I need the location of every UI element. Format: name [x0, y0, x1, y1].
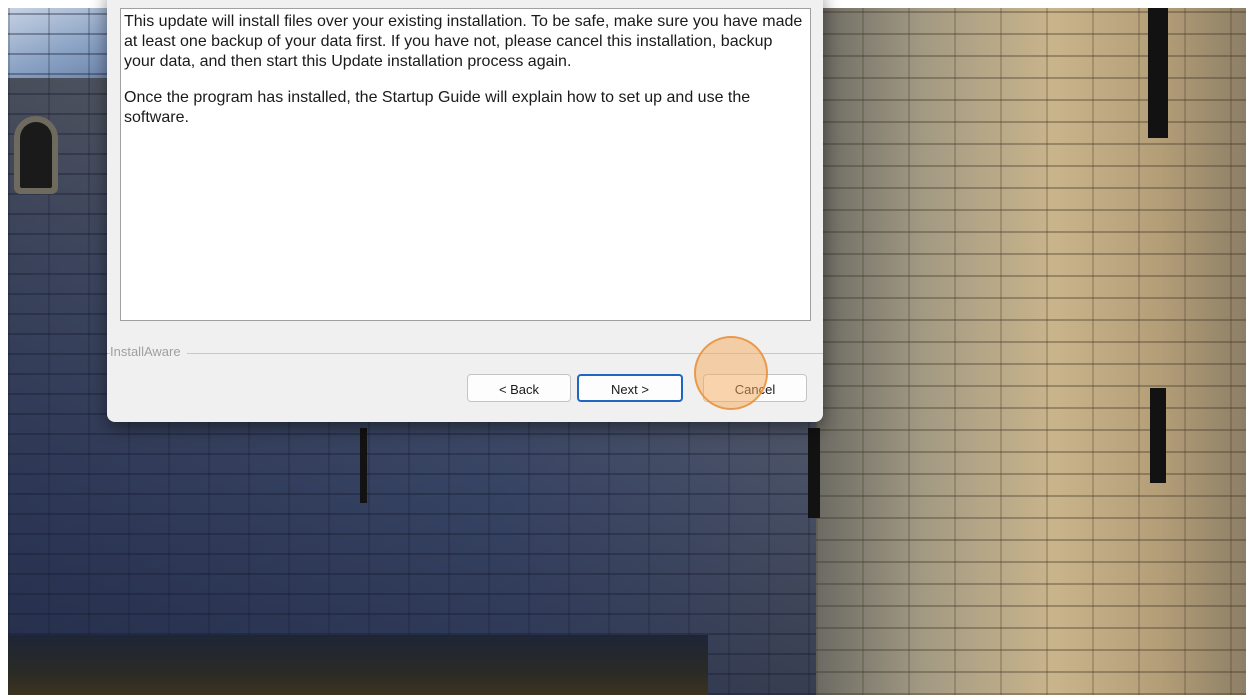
- moat-water: [8, 635, 708, 695]
- installer-message: This update will install files over your…: [124, 12, 804, 144]
- tower-window: [1148, 8, 1168, 138]
- wall-slit: [360, 428, 367, 503]
- brand-divider: [107, 353, 823, 354]
- back-button[interactable]: < Back: [467, 374, 571, 402]
- arched-window: [20, 122, 52, 188]
- tower-window: [1150, 388, 1166, 483]
- brand-label: InstallAware: [110, 344, 187, 360]
- cancel-button[interactable]: Cancel: [703, 374, 807, 402]
- update-warning-text: This update will install files over your…: [124, 13, 803, 70]
- installer-content-panel: This update will install files over your…: [120, 8, 811, 321]
- next-button[interactable]: Next >: [577, 374, 683, 402]
- installer-dialog: This update will install files over your…: [107, 0, 823, 422]
- startup-guide-text: Once the program has installed, the Star…: [124, 89, 751, 126]
- castle-tower: [816, 8, 1246, 695]
- wall-slit: [808, 428, 820, 518]
